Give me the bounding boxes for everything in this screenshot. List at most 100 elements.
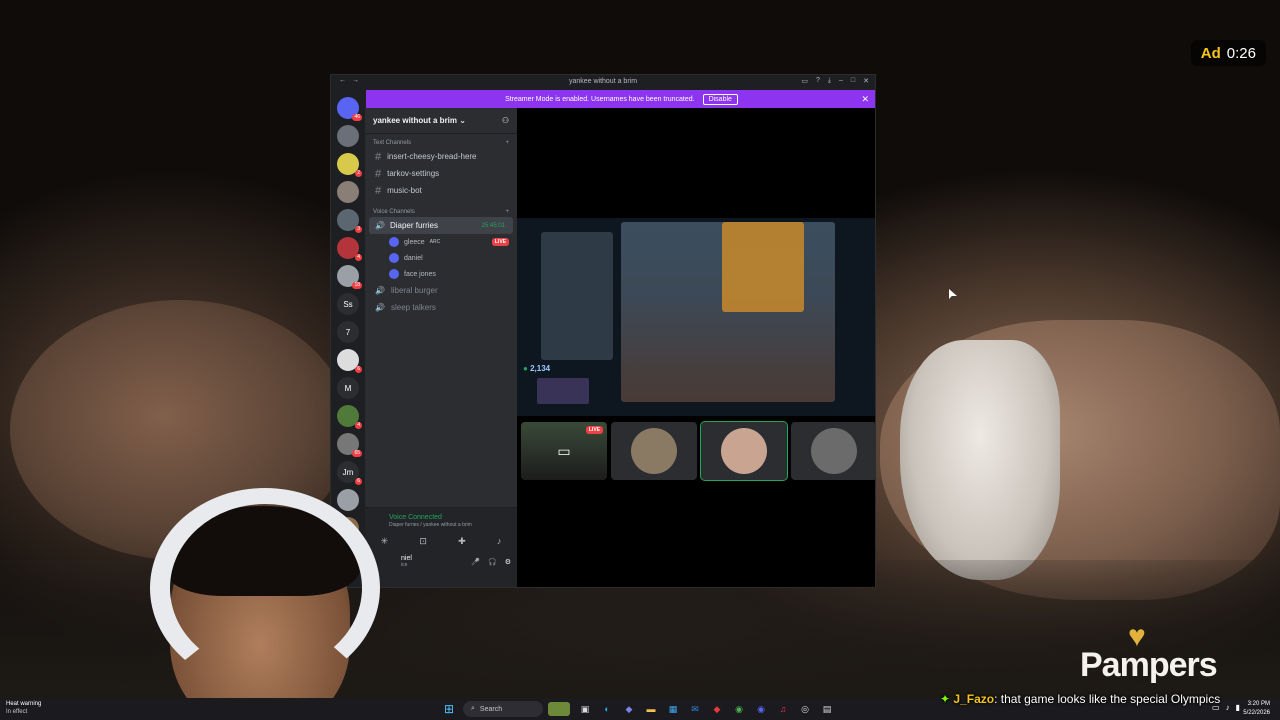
voice-channel[interactable]: 🔊 sleep talkers <box>365 299 517 316</box>
participant-tile[interactable] <box>791 422 875 480</box>
store-icon[interactable]: ▦ <box>666 702 680 716</box>
participant-avatar <box>721 428 767 474</box>
gold-counter: ● 2,134 <box>523 364 550 373</box>
mention-badge: 46 <box>352 114 362 121</box>
server-icon[interactable]: Jm 6 <box>337 461 362 485</box>
music-icon[interactable]: ♫ <box>776 702 790 716</box>
taskbar-search[interactable]: ⌕ Search <box>463 701 543 717</box>
maximize-button[interactable]: □ <box>851 77 855 85</box>
server-initials: Ss <box>343 299 353 309</box>
chat-overlay-message: ✦ J_Fazo: that game looks like the speci… <box>940 692 1221 706</box>
stream-scene: Ad 0:26 ♥ Pampers ← → yankee without a b… <box>0 0 1280 720</box>
server-header[interactable]: yankee without a brim ⌄ ⚇ <box>365 108 517 134</box>
terminal-icon[interactable]: ▤ <box>820 702 834 716</box>
voice-user[interactable]: face jones <box>365 266 517 282</box>
pampers-logo: ♥ Pampers <box>1080 622 1218 685</box>
microphone-icon[interactable]: 🎤 <box>471 558 480 566</box>
server-icon[interactable]: Ss <box>337 293 359 315</box>
discord-taskbar-icon[interactable]: ◉ <box>754 702 768 716</box>
close-button[interactable]: ✕ <box>863 77 869 85</box>
avatar <box>389 253 399 263</box>
close-banner-icon[interactable]: ✕ <box>861 94 869 105</box>
server-initials: Jm <box>342 467 354 477</box>
server-icon[interactable] <box>337 181 359 203</box>
server-icon[interactable]: 65 <box>337 433 362 457</box>
headphones-icon[interactable]: 🎧 <box>488 558 497 566</box>
edge-icon[interactable]: ◐ <box>600 702 614 716</box>
channel-name: insert-cheesy-bread-here <box>387 152 477 161</box>
mail-icon[interactable]: ✉ <box>688 702 702 716</box>
hashtag-icon: # <box>375 184 382 197</box>
server-icon[interactable]: 2 <box>337 153 362 177</box>
participant-avatar <box>811 428 857 474</box>
text-channel[interactable]: # insert-cheesy-bread-here <box>365 148 517 165</box>
obs-icon[interactable]: ◎ <box>798 702 812 716</box>
teams-icon[interactable]: ◆ <box>622 702 636 716</box>
server-icon[interactable]: 4 <box>337 405 362 429</box>
volume-icon[interactable]: ♪ <box>1226 703 1230 712</box>
chevron-down-icon: ⌄ <box>459 116 466 125</box>
voice-user-name: daniel <box>404 254 423 262</box>
add-member-icon[interactable]: ⚇ <box>502 116 509 125</box>
taskbar-apps: ▣ ◐ ◆ ▬ ▦ ✉ ◆ ◉ ◉ ♫ ◎ ▤ <box>548 702 834 716</box>
participant-tile[interactable] <box>611 422 697 480</box>
weather-widget[interactable]: Heat warning In effect <box>6 700 41 716</box>
settings-gear-icon[interactable]: ⚙ <box>505 558 511 566</box>
taskbar-clock[interactable]: 3:20 PM 5/22/2026 <box>1243 700 1270 718</box>
server-initials: M <box>344 383 352 393</box>
voice-channel-active[interactable]: 🔊 Diaper furries 25:45:01 <box>369 217 513 234</box>
stream-preview-tile[interactable]: ▭ LIVE <box>521 422 607 480</box>
current-user-name: niel <box>401 555 412 562</box>
help-icon[interactable]: ? <box>816 77 820 85</box>
server-icon[interactable] <box>337 125 359 147</box>
windows-start-icon[interactable]: ⊞ <box>444 702 454 716</box>
server-icon[interactable]: 6 <box>337 349 362 373</box>
download-icon[interactable]: ⤓ <box>828 77 831 85</box>
ad-label: Ad <box>1200 44 1221 62</box>
server-name: yankee without a brim <box>373 116 458 125</box>
voice-channel-timer: 25:45:01 <box>481 222 505 229</box>
server-icon[interactable]: M <box>337 377 359 399</box>
avatar <box>389 237 399 247</box>
soundboard-icon[interactable]: ♪ <box>497 536 502 547</box>
game-card-list-panel <box>541 232 613 360</box>
voice-channel-name: sleep talkers <box>390 303 436 312</box>
activities-icon[interactable]: ✚ <box>458 536 466 547</box>
add-channel-icon[interactable]: + <box>505 140 509 146</box>
file-explorer-icon[interactable]: ▬ <box>644 702 658 716</box>
disable-streamer-mode-button[interactable]: Disable <box>702 93 738 105</box>
headphones <box>150 488 380 688</box>
add-channel-icon[interactable]: + <box>505 209 509 215</box>
screen-share-stream[interactable]: ● 2,134 <box>517 218 875 416</box>
weather-alert: Heat warning <box>6 701 42 707</box>
server-icon[interactable]: 4 <box>337 237 362 261</box>
voice-channel[interactable]: 🔊 liberal burger <box>365 282 517 299</box>
category-text-channels[interactable]: Text Channels + <box>365 134 517 148</box>
inbox-icon[interactable]: ▭ <box>801 77 808 85</box>
task-view-icon[interactable]: ▣ <box>578 702 592 716</box>
app-red-icon[interactable]: ◆ <box>710 702 724 716</box>
text-channel[interactable]: # tarkov-settings <box>365 165 517 182</box>
voice-user[interactable]: gleece ARC LIVE <box>365 234 517 250</box>
ad-timer-badge: Ad 0:26 <box>1190 40 1266 66</box>
screen-share-icon[interactable]: ⊡ <box>419 536 427 547</box>
channel-name: music-bot <box>387 186 422 195</box>
chrome-icon[interactable]: ◉ <box>732 702 746 716</box>
participant-tiles: ▭ LIVE <box>521 421 875 481</box>
server-icon[interactable]: 7 <box>337 321 359 343</box>
battery-icon[interactable]: ▮ <box>1236 703 1240 712</box>
other-voice-channels: 🔊 liberal burger 🔊 sleep talkers <box>365 282 517 316</box>
voice-channel-name: liberal burger <box>390 286 438 295</box>
server-icon[interactable]: 18 <box>337 265 362 289</box>
server-icon[interactable]: 3 <box>337 209 362 233</box>
voice-user-name: gleece <box>404 238 425 246</box>
category-voice-channels[interactable]: Voice Channels + <box>365 203 517 217</box>
text-channel[interactable]: # music-bot <box>365 182 517 199</box>
voice-user[interactable]: daniel <box>365 250 517 266</box>
server-icon[interactable]: 46 <box>337 97 362 121</box>
widget-icon[interactable] <box>548 702 570 716</box>
mention-badge: 3 <box>355 226 362 233</box>
voice-user-name: face jones <box>404 270 436 278</box>
minimize-button[interactable]: – <box>839 77 843 85</box>
participant-tile[interactable] <box>700 421 788 481</box>
